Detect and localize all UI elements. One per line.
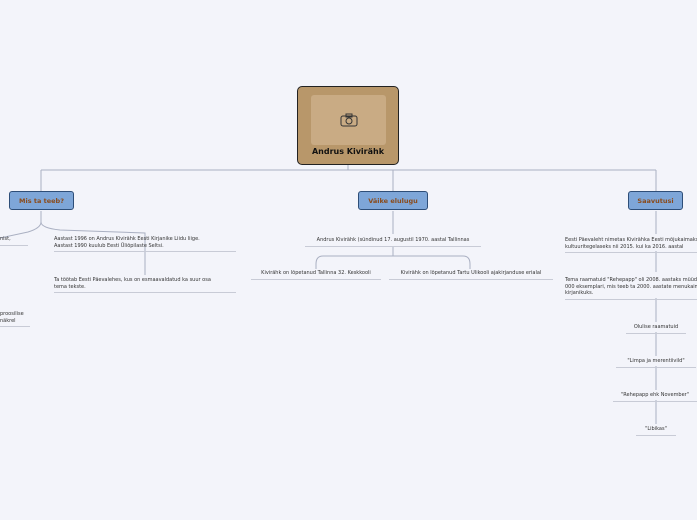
leaf-eesti-paevaleht[interactable]: Ta töötab Eesti Päevalehes, kus on esmaa… <box>54 277 236 294</box>
leaf-tartu-ylikool[interactable]: Kivirähk on lõpetanud Tartu Ülikooli aja… <box>389 270 553 280</box>
leaf-left-cut-1[interactable]: nist, <box>0 236 28 246</box>
connector-lines <box>0 165 657 424</box>
leaf-libikas[interactable]: "Libikas" <box>636 426 676 436</box>
leaf-mojukaim[interactable]: Eesti Päevaleht nimetas Kivirähka Eesti … <box>565 237 697 254</box>
branch-vaike-elulugu[interactable]: Väike elulugu <box>358 191 428 210</box>
leaf-left-cut-2[interactable]: proosilise näkrel <box>0 311 30 328</box>
root-title: Andrus Kivirähk <box>311 147 385 156</box>
photo-placeholder <box>311 95 386 145</box>
leaf-limpa[interactable]: "Limpa ja merentiivild" <box>616 358 696 368</box>
branch-mis-ta-teeb[interactable]: Mis ta teeb? <box>9 191 74 210</box>
leaf-rehepapp-november[interactable]: "Rehepapp ehk November" <box>613 392 697 402</box>
branch-saavutusi[interactable]: Saavutusi <box>628 191 683 210</box>
leaf-kirjanike-liit[interactable]: Aastast 1996 on Andrus Kivirähk Eesti Ki… <box>54 236 236 253</box>
leaf-rehepapp-myyk[interactable]: Tema raamatuid "Rehepapp" oli 2008. aast… <box>565 277 697 300</box>
leaf-birth[interactable]: Andrus Kivirähk (sündinud 17. augustil 1… <box>305 237 481 247</box>
root-node[interactable]: Andrus Kivirähk <box>297 86 399 165</box>
camera-icon <box>340 113 357 127</box>
leaf-tallinna-kool[interactable]: Kivirähk on lõpetanud Tallinna 32. Keskk… <box>251 270 381 280</box>
leaf-olulised-raamatud[interactable]: Olulise raamatuid <box>626 324 686 334</box>
